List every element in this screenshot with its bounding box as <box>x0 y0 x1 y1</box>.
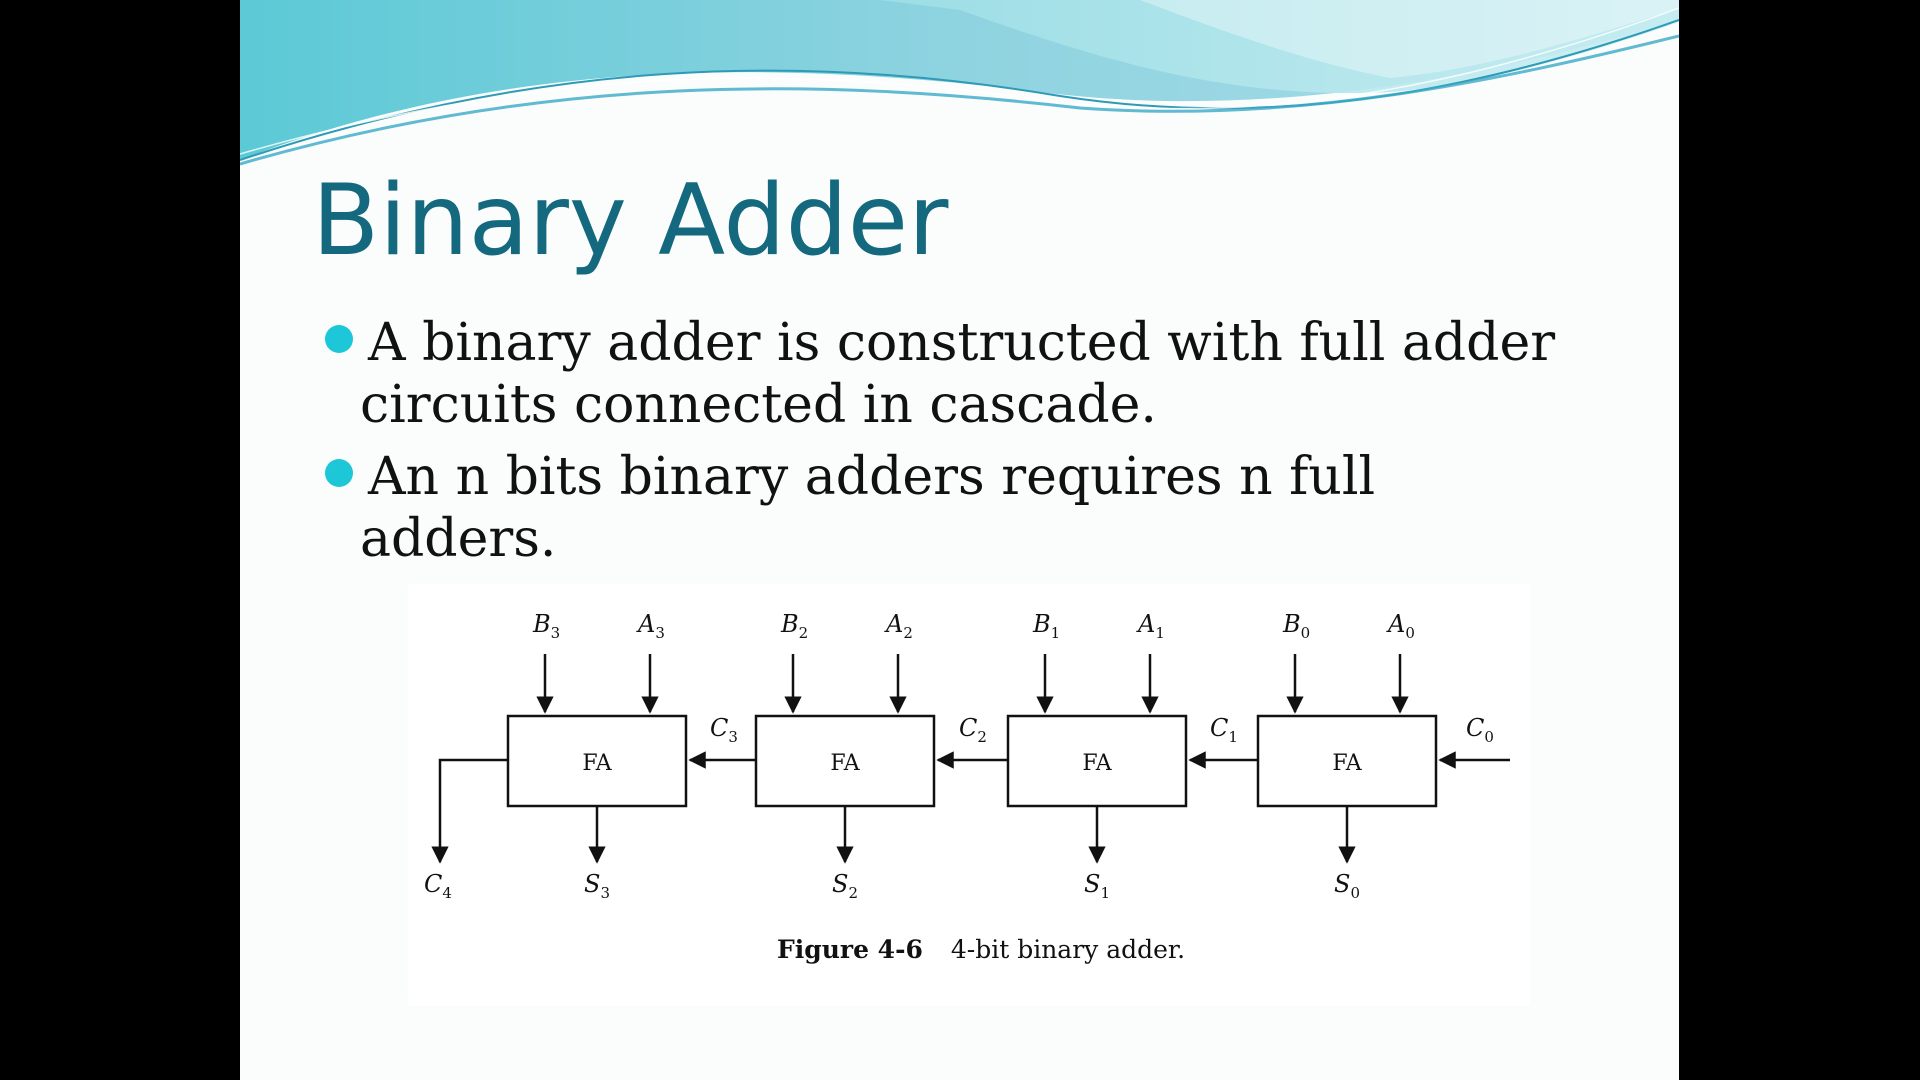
svg-text:B2: B2 <box>780 610 808 642</box>
bullet-text-line: adders. <box>360 509 557 569</box>
input-b-subscript: 3 <box>551 624 561 642</box>
figure-caption-text: 4-bit binary adder. <box>951 935 1185 964</box>
svg-text:C1: C1 <box>1210 714 1238 746</box>
svg-text:C2: C2 <box>959 714 987 746</box>
bullet-dot-icon <box>325 325 353 353</box>
figure-caption: Figure 4-6 4-bit binary adder. <box>777 935 1185 964</box>
sum-subscript: 2 <box>848 884 858 902</box>
input-b-label: B <box>780 610 799 638</box>
carry-label: C <box>1210 714 1228 742</box>
bullet-text-line: An n bits binary adders requires n full <box>368 447 1376 507</box>
sum-label: S <box>1084 870 1100 898</box>
input-b-label: B <box>1282 610 1301 638</box>
bullet-item: A binary adder is constructed with full … <box>322 312 1622 436</box>
adder-figure: FA B3 A3 S3 FA B2 A2 S2 FA B1 A1 S1 FA B… <box>408 584 1530 1006</box>
svg-text:B3: B3 <box>532 610 560 642</box>
input-b-label: B <box>532 610 551 638</box>
fa-label: FA <box>1082 751 1112 776</box>
full-adder-stage-0: FA B0 A0 S0 <box>1256 610 1438 902</box>
bullet-text-line: A binary adder is constructed with full … <box>368 313 1556 373</box>
bullet-item: An n bits binary adders requires n full … <box>322 446 1622 570</box>
input-b-subscript: 2 <box>799 624 809 642</box>
sum-label: S <box>832 870 848 898</box>
carry-subscript: 0 <box>1484 728 1494 746</box>
input-a-subscript: 2 <box>903 624 913 642</box>
svg-text:A3: A3 <box>636 610 665 642</box>
svg-text:B1: B1 <box>1032 610 1060 642</box>
sum-subscript: 3 <box>600 884 610 902</box>
fa-label: FA <box>1332 751 1362 776</box>
screen: Binary Adder A binary adder is construct… <box>0 0 1920 1080</box>
header-wave-decoration <box>240 0 1679 166</box>
carry-out-label: C <box>424 870 442 898</box>
input-a-subscript: 1 <box>1155 624 1165 642</box>
svg-text:C0: C0 <box>1466 714 1494 746</box>
carry-label: C <box>710 714 728 742</box>
sum-subscript: 0 <box>1350 884 1360 902</box>
input-a-label: A <box>1386 610 1405 638</box>
full-adder-stage-3: FA B3 A3 S3 <box>506 610 688 902</box>
svg-text:A0: A0 <box>1386 610 1415 642</box>
fa-label: FA <box>582 751 612 776</box>
carry-label: C <box>959 714 977 742</box>
slide: Binary Adder A binary adder is construct… <box>240 0 1679 1080</box>
sum-label: S <box>584 870 600 898</box>
sum-subscript: 1 <box>1100 884 1110 902</box>
adder-diagram: FA B3 A3 S3 FA B2 A2 S2 FA B1 A1 S1 FA B… <box>424 610 1510 964</box>
svg-text:B0: B0 <box>1282 610 1310 642</box>
svg-text:S1: S1 <box>1084 870 1110 902</box>
carry-subscript: 1 <box>1228 728 1238 746</box>
svg-text:C3: C3 <box>710 714 738 746</box>
input-a-label: A <box>884 610 903 638</box>
input-b-label: B <box>1032 610 1051 638</box>
input-b-subscript: 1 <box>1051 624 1061 642</box>
carry-subscript: 2 <box>977 728 987 746</box>
full-adder-stage-2: FA B2 A2 S2 <box>754 610 936 902</box>
input-a-label: A <box>1136 610 1155 638</box>
bullet-list: A binary adder is constructed with full … <box>322 312 1622 580</box>
input-a-subscript: 0 <box>1405 624 1415 642</box>
full-adder-stage-1: FA B1 A1 S1 <box>1006 610 1188 902</box>
svg-text:C4: C4 <box>424 870 452 902</box>
svg-text:S2: S2 <box>832 870 858 902</box>
carry-subscript: 3 <box>728 728 738 746</box>
figure-caption-number: Figure 4-6 <box>777 935 923 964</box>
bullet-text-line: circuits connected in cascade. <box>360 375 1157 435</box>
svg-text:S0: S0 <box>1334 870 1360 902</box>
carry-label: C <box>1466 714 1484 742</box>
svg-text:S3: S3 <box>584 870 610 902</box>
input-b-subscript: 0 <box>1301 624 1311 642</box>
slide-title: Binary Adder <box>312 164 949 278</box>
input-a-label: A <box>636 610 655 638</box>
svg-text:A2: A2 <box>884 610 913 642</box>
fa-label: FA <box>830 751 860 776</box>
svg-text:A1: A1 <box>1136 610 1165 642</box>
carry-out-subscript: 4 <box>442 884 452 902</box>
sum-label: S <box>1334 870 1350 898</box>
input-a-subscript: 3 <box>655 624 665 642</box>
bullet-dot-icon <box>325 459 353 487</box>
